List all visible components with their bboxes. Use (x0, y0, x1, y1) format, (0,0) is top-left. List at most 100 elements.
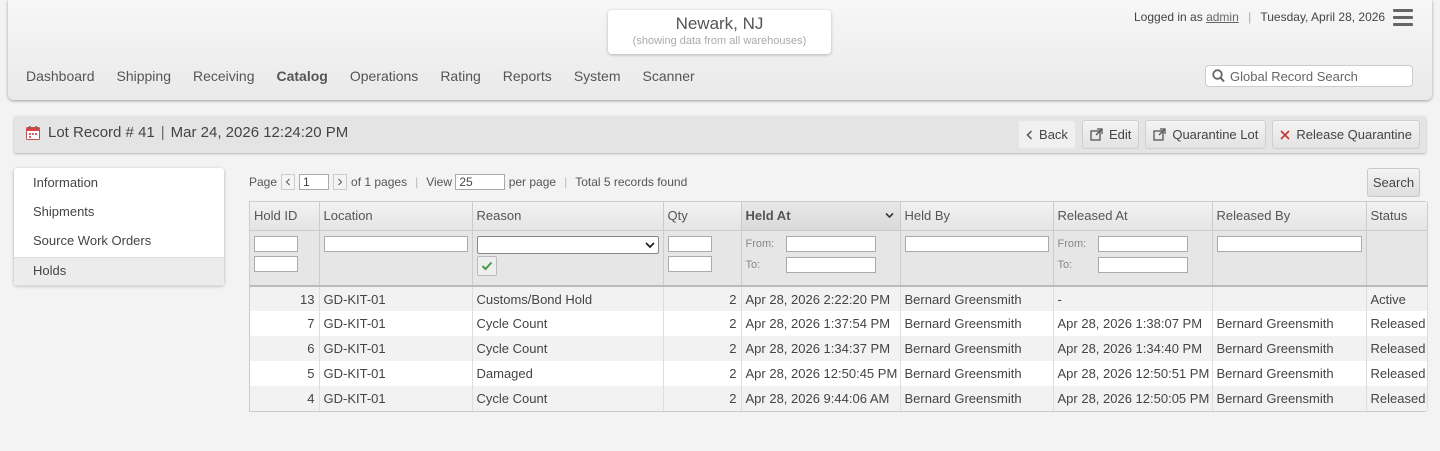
column-header-held-by[interactable]: Held By (900, 202, 1054, 231)
column-header-label: Released By (1216, 208, 1291, 224)
hold-id-from-input[interactable] (254, 235, 298, 252)
released-at-from-input[interactable] (1097, 235, 1188, 252)
warehouse-name: Newark, NJ (675, 14, 764, 33)
nav-item-rating[interactable]: Rating (440, 68, 480, 84)
qty-to-input[interactable] (667, 255, 712, 272)
table-row[interactable]: 13 GD-KIT-01 Customs/Bond Hold 2 Apr 28, 202… (250, 286, 1428, 311)
global-search-input[interactable] (1228, 68, 1408, 84)
table-row[interactable]: 4 GD-KIT-01 Cycle Count 2 Apr 28, 2026 9:44:… (250, 386, 1428, 411)
cell-held-by: Bernard Greensmith (900, 336, 1054, 361)
held-by-filter-input[interactable] (904, 235, 1049, 252)
record-side-menu: Information Shipments Source Work Orders Ho… (14, 168, 224, 286)
column-header-held-at[interactable]: Held At (741, 202, 901, 231)
holds-grid: Hold ID Location Reason Qty Held At Held By Re… (249, 201, 1428, 412)
cell-qty: 2 (663, 336, 742, 361)
grid-search-button[interactable]: Search (1367, 168, 1420, 197)
record-id: 41 (138, 124, 155, 141)
column-header-hold-id[interactable]: Hold ID (250, 202, 320, 231)
release-quarantine-button[interactable]: Release Quarantine (1272, 120, 1420, 149)
grid-header-row: Hold ID Location Reason Qty Held At Held By Re… (250, 202, 1428, 231)
filter-qty (663, 230, 742, 287)
apply-reason-filter-button[interactable] (476, 255, 497, 276)
page-label: Page (249, 175, 278, 189)
held-at-to-input[interactable] (785, 256, 876, 273)
prev-page-button[interactable] (281, 174, 296, 190)
cell-location: GD-KIT-01 (319, 386, 473, 411)
column-header-label: Reason (476, 208, 522, 224)
nav-item-dashboard[interactable]: Dashboard (26, 68, 95, 84)
table-row[interactable]: 7 GD-KIT-01 Cycle Count 2 Apr 28, 2026 1:37:… (250, 311, 1428, 336)
nav-item-catalog[interactable]: Catalog (276, 68, 327, 84)
released-at-to-input[interactable] (1097, 256, 1188, 273)
cell-released-at: Apr 28, 2026 12:50:51 PM (1053, 361, 1213, 386)
nav-item-receiving[interactable]: Receiving (193, 68, 254, 84)
nav-item-scanner[interactable]: Scanner (643, 68, 695, 84)
current-date: Tuesday, April 28, 2026 (1260, 10, 1386, 24)
back-label: Back (1039, 127, 1068, 142)
logged-in-label: Logged in as (1134, 10, 1203, 24)
divider: | (415, 175, 419, 189)
cell-reason: Damaged (472, 361, 664, 386)
column-header-label: Held At (745, 208, 791, 224)
quarantine-label: Quarantine Lot (1172, 127, 1259, 142)
filter-held-by (900, 230, 1054, 287)
cell-held-by: Bernard Greensmith (900, 386, 1054, 411)
filter-released-by (1212, 230, 1367, 287)
held-at-from-input[interactable] (785, 235, 876, 252)
quarantine-lot-button[interactable]: Quarantine Lot (1145, 120, 1267, 149)
next-page-button[interactable] (333, 174, 348, 190)
sidebar-item-source-work-orders[interactable]: Source Work Orders (14, 228, 224, 257)
nav-item-system[interactable]: System (574, 68, 621, 84)
location-filter-input[interactable] (323, 235, 468, 252)
nav-item-shipping[interactable]: Shipping (117, 68, 172, 84)
menu-icon[interactable] (1393, 9, 1413, 26)
cell-released-by (1212, 286, 1367, 311)
table-row[interactable]: 6 GD-KIT-01 Cycle Count 2 Apr 28, 2026 1:34:… (250, 336, 1428, 361)
nav-item-reports[interactable]: Reports (503, 68, 552, 84)
per-page-input[interactable] (455, 174, 506, 190)
cell-released-by: Bernard Greensmith (1212, 386, 1367, 411)
cell-held-at: Apr 28, 2026 2:22:20 PM (741, 286, 901, 311)
warehouse-selector[interactable]: Newark, NJ (showing data from all wareho… (608, 10, 831, 54)
edit-label: Edit (1108, 127, 1132, 142)
divider: | (160, 124, 165, 141)
reason-filter-select[interactable] (476, 235, 659, 254)
global-search-box[interactable] (1205, 65, 1413, 87)
cell-released-by: Bernard Greensmith (1212, 361, 1367, 386)
pagination-bar: Page of 1 pages | View per page | Total … (249, 174, 687, 190)
cell-held-at: Apr 28, 2026 9:44:06 AM (741, 386, 901, 411)
grid-body: 13 GD-KIT-01 Customs/Bond Hold 2 Apr 28, 202… (250, 286, 1428, 411)
username-link[interactable]: admin (1206, 10, 1239, 24)
column-header-qty[interactable]: Qty (663, 202, 742, 231)
cell-location: GD-KIT-01 (319, 311, 473, 336)
sidebar-item-holds[interactable]: Holds (14, 257, 224, 286)
qty-from-input[interactable] (667, 235, 712, 252)
filter-status (1366, 230, 1428, 287)
filter-hold-id (250, 230, 320, 287)
column-header-label: Hold ID (254, 208, 298, 224)
search-icon (1212, 69, 1225, 83)
column-header-location[interactable]: Location (319, 202, 473, 231)
warehouse-subtitle: (showing data from all warehouses) (632, 35, 807, 47)
page-number-input[interactable] (299, 174, 330, 190)
nav-item-operations[interactable]: Operations (350, 68, 418, 84)
edit-button[interactable]: Edit (1081, 120, 1140, 149)
cell-hold-id: 6 (250, 336, 320, 361)
column-header-label: Qty (667, 208, 688, 224)
column-header-label: Released At (1057, 208, 1128, 224)
column-header-label: Status (1370, 208, 1408, 224)
column-header-released-by[interactable]: Released By (1212, 202, 1367, 231)
to-label: To: (1057, 258, 1073, 271)
sidebar-item-information[interactable]: Information (14, 170, 224, 199)
column-header-reason[interactable]: Reason (472, 202, 664, 231)
divider: | (1248, 10, 1252, 24)
cell-released-by: Bernard Greensmith (1212, 336, 1367, 361)
released-by-filter-input[interactable] (1216, 235, 1362, 252)
hold-id-to-input[interactable] (254, 255, 298, 272)
table-row[interactable]: 5 GD-KIT-01 Damaged 2 Apr 28, 2026 12:50:45 … (250, 361, 1428, 386)
back-button[interactable]: Back (1018, 120, 1076, 149)
column-header-status[interactable]: Status (1366, 202, 1428, 231)
sidebar-item-shipments[interactable]: Shipments (14, 199, 224, 228)
cell-reason: Cycle Count (472, 386, 664, 411)
column-header-released-at[interactable]: Released At (1053, 202, 1213, 231)
